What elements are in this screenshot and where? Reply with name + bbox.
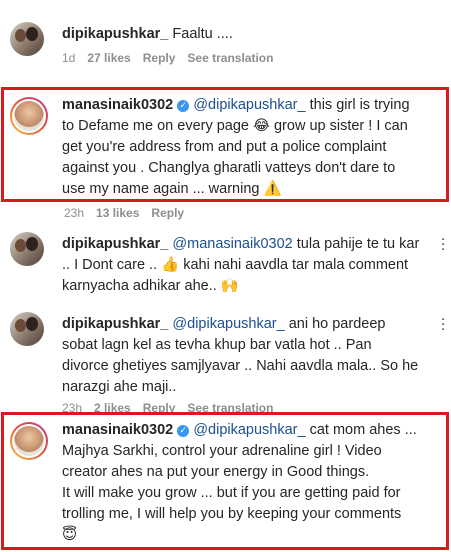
comment-line: .. I Dont care .. 👍 kahi nahi aavdla tar… [62,257,409,273]
comment-line: trolling me, I will help you by keeping … [62,506,402,522]
comment-time: 1d [62,51,76,65]
see-translation-link[interactable]: See translation [187,51,273,65]
comment-line: It will make you grow ... but if you are… [62,485,401,501]
comment-meta: 23h 13 likes Reply [64,206,196,220]
mention-link[interactable]: @dipikapushkar_ [193,97,305,113]
comment-line: narazgi ahe maji.. [62,379,177,395]
reply-button[interactable]: Reply [151,206,184,220]
comment-line: creator ahes na put your energy in Good … [62,464,370,480]
comment-username[interactable]: dipikapushkar_ [62,26,168,42]
comment-time: 23h [64,206,85,220]
more-options-icon[interactable]: · · · [441,234,445,257]
comment-body: tula pahije te tu kar [292,236,420,252]
comment-username[interactable]: manasinaik0302 [62,422,173,438]
comment-line: to Defame me on every page 😂 grow up sis… [62,118,408,134]
comment-meta: 1d 27 likes Reply See translation [62,51,285,65]
comment-likes[interactable]: 13 likes [96,206,139,220]
avatar[interactable] [10,97,48,135]
more-options-icon[interactable]: · · · [441,314,445,337]
mention-link[interactable]: @dipikapushkar_ [193,422,305,438]
reply-button[interactable]: Reply [143,51,176,65]
mention-link[interactable]: @dipikapushkar_ [172,316,284,332]
comment-line: use my name again ... warning ⚠️ [62,181,282,197]
comment-body: Faaltu .... [172,26,233,42]
verified-badge-icon: ✓ [177,425,190,437]
comment-username[interactable]: manasinaik0302 [62,97,173,113]
mention-link[interactable]: @manasinaik0302 [172,236,292,252]
comment-likes[interactable]: 27 likes [87,51,130,65]
comment-username[interactable]: dipikapushkar_ [62,236,168,252]
comment-body: this girl is trying [305,97,410,113]
comment-line: get you're address from and put a police… [62,139,387,155]
avatar[interactable] [10,312,44,346]
comment-line: against you . Changlya gharatli vatteys … [62,160,396,176]
comment-line: Majhya Sarkhi, control your adrenaline g… [62,443,382,459]
avatar[interactable] [10,232,44,266]
avatar[interactable] [10,422,48,460]
comment-line: karnyacha adhikar ahe.. 🙌 [62,278,239,294]
comment-body: ani ho pardeep [284,316,386,332]
comment-line: divorce ghetiyes samjlyavar .. Nahi aavd… [62,358,419,374]
comment-line: 😇 [62,527,78,543]
comment-username[interactable]: dipikapushkar_ [62,316,168,332]
avatar[interactable] [10,22,44,56]
verified-badge-icon: ✓ [177,100,190,112]
comment-line: sobat lagn kel as tevha khup bar vatla h… [62,337,372,353]
comment-body: cat mom ahes ... [305,422,417,438]
